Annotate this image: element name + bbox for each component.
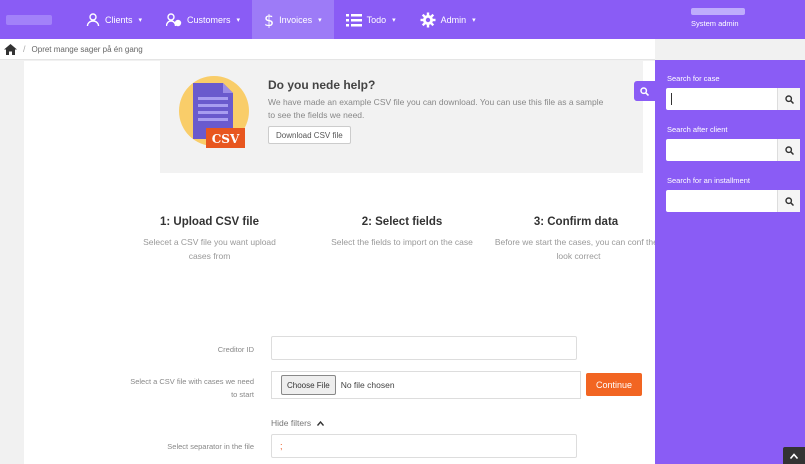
search-icon [784,145,794,155]
continue-button[interactable]: Continue [586,373,642,396]
separator-input[interactable]: ; [271,434,577,458]
user-menu[interactable]: System admin [691,8,745,28]
chevron-down-icon: ▾ [138,16,143,24]
chevron-down-icon: ▾ [392,16,396,24]
users-icon [86,12,100,26]
hide-filters-label: Hide filters [271,418,312,428]
step-title: 2: Select fields [361,216,443,228]
search-installment-label: Search for an installment [667,176,750,185]
logo-mark [6,14,52,25]
top-navbar: Clients ▾ Customers ▾ $ Invoices ▾ Todo ▾ Ad… [0,0,805,39]
search-case-input[interactable] [666,88,778,110]
text-cursor [671,93,672,105]
step-desc: Selecet a CSV file you want upload cases… [143,237,276,261]
hide-filters-toggle[interactable]: Hide filters [271,418,325,428]
nav-todo-label: Todo [366,14,387,25]
search-installment-button[interactable] [778,190,800,212]
search-case-button[interactable] [778,88,800,110]
gear-icon [420,12,436,27]
breadcrumb: / Opret mange sager på én gang [0,39,655,60]
search-sidebar: Search for case Search after client Sear… [655,60,805,464]
breadcrumb-current: Opret mange sager på én gang [31,44,143,54]
nav-todo[interactable]: Todo ▾ [334,0,408,39]
csv-file-icon: CSV [179,76,249,148]
nav-admin-label: Admin [440,14,467,25]
help-panel: CSV Do you nede help? We have made an ex… [160,61,643,173]
search-icon [784,94,794,104]
step-3: 3: Confirm data Before we start the case… [489,216,655,263]
creditor-id-label: Creditor ID [217,345,254,354]
step-1: 1: Upload CSV file Selecet a CSV file yo… [137,216,282,263]
svg-text:$: $ [264,12,274,28]
step-2: 2: Select fields Select the fields to im… [327,216,477,249]
chevron-down-icon: ▾ [236,16,241,24]
dollar-icon: $ [264,12,274,28]
nav-customers-label: Customers [187,14,231,25]
chevron-up-icon [317,420,325,426]
step-desc: Select the fields to import on the case [331,237,473,247]
list-icon [345,13,362,26]
nav-invoices[interactable]: $ Invoices ▾ [252,0,334,39]
user-name-redacted [691,8,745,15]
nav-admin[interactable]: Admin ▾ [408,0,488,39]
search-client-field [666,139,800,161]
search-installment-input[interactable] [666,190,778,212]
step-title: 1: Upload CSV file [159,216,260,228]
search-client-label: Search after client [667,125,728,134]
chevron-down-icon: ▾ [318,16,322,24]
customers-icon [166,12,182,26]
user-role: System admin [691,19,739,28]
nav-clients-label: Clients [105,14,133,25]
chevron-up-icon [790,452,798,459]
search-case-field [666,88,800,110]
choose-file-button[interactable]: Choose File [281,375,336,395]
nav-clients[interactable]: Clients ▾ [74,0,154,39]
search-installment-field [666,190,800,212]
search-case-label: Search for case [667,74,720,83]
search-client-button[interactable] [778,139,800,161]
nav-invoices-label: Invoices [279,14,313,25]
creditor-id-input[interactable] [271,336,577,360]
csv-badge: CSV [212,132,240,146]
step-desc-text: Before we start the cases, you can conf … [494,237,655,261]
nav-customers[interactable]: Customers ▾ [154,0,252,39]
search-icon [640,86,649,96]
logo[interactable] [0,0,70,39]
search-icon [784,196,794,206]
breadcrumb-separator: / [23,44,26,54]
search-client-input[interactable] [666,139,778,161]
csv-file-input[interactable]: Choose File No file chosen [271,371,581,399]
scroll-top-button[interactable] [783,447,805,464]
csv-file-label: Select a CSV file with cases we need to … [130,377,254,399]
help-text: We have made an example CSV file you can… [268,97,604,120]
help-title: Do you nede help? [268,78,376,92]
separator-label: Select separator in the file [167,442,254,451]
download-csv-button[interactable]: Download CSV file [268,126,351,144]
step-desc: Before we start the cases, you can conf … [491,235,655,263]
sidebar-toggle[interactable] [634,81,655,101]
no-file-text: No file chosen [340,380,395,390]
chevron-down-icon: ▾ [472,16,476,24]
home-icon[interactable] [4,43,17,55]
main-content: CSV Do you nede help? We have made an ex… [24,61,655,464]
step-title: 3: Confirm data [533,216,619,228]
